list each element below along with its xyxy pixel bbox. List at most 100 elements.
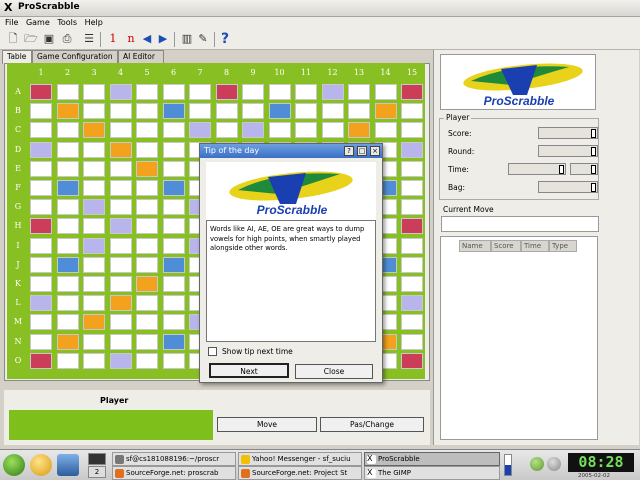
board-cell[interactable] <box>401 352 423 369</box>
bag-slider-handle[interactable] <box>591 183 596 192</box>
desktop-pager-2[interactable]: 2 <box>88 466 106 478</box>
tab-table[interactable]: Table <box>2 50 32 64</box>
board-cell[interactable] <box>189 84 211 100</box>
board-cell[interactable] <box>215 122 238 139</box>
menu-game[interactable]: Game <box>26 17 50 29</box>
board-cell[interactable] <box>242 84 264 100</box>
board-cell[interactable] <box>401 199 423 216</box>
board-cell[interactable] <box>83 160 105 177</box>
board-cell[interactable] <box>83 103 105 120</box>
board-cell[interactable] <box>109 352 132 369</box>
board-cell[interactable] <box>401 141 423 158</box>
board-cell[interactable] <box>30 122 52 139</box>
board-cell[interactable] <box>109 103 132 120</box>
board-cell[interactable] <box>321 84 344 100</box>
back-arrow-icon[interactable]: ◀ <box>140 32 154 46</box>
board-cell[interactable] <box>321 103 344 120</box>
board-cell[interactable] <box>83 218 105 235</box>
board-cell[interactable] <box>401 237 423 254</box>
board-cell[interactable] <box>109 218 132 235</box>
board-cell[interactable] <box>56 295 79 312</box>
move-button[interactable]: Move <box>217 417 317 432</box>
board-cell[interactable] <box>136 103 158 120</box>
board-cell[interactable] <box>30 218 52 235</box>
board-cell[interactable] <box>56 352 79 369</box>
time-slider-1-handle[interactable] <box>559 165 564 174</box>
show-tip-checkbox[interactable] <box>208 347 217 356</box>
board-cell[interactable] <box>136 160 158 177</box>
current-move-field[interactable] <box>441 216 599 232</box>
save-icon[interactable]: ▣ <box>42 32 56 46</box>
board-cell[interactable] <box>242 122 264 139</box>
dialog-help-button[interactable]: ? <box>344 146 354 156</box>
board-cell[interactable] <box>295 103 317 120</box>
board-cell[interactable] <box>215 84 238 100</box>
board-cell[interactable] <box>136 295 158 312</box>
start-menu-icon[interactable] <box>3 454 25 476</box>
board-cell[interactable] <box>83 199 105 216</box>
task-sourceforge-1[interactable]: SourceForge.net: proscrab <box>112 466 236 480</box>
board-cell[interactable] <box>56 84 79 100</box>
board-cell[interactable] <box>374 84 397 100</box>
board-cell[interactable] <box>295 122 317 139</box>
board-cell[interactable] <box>268 103 291 120</box>
board-cell[interactable] <box>109 199 132 216</box>
new-file-icon[interactable]: 🗋 <box>6 32 20 46</box>
hint-icon[interactable]: ✎ <box>196 32 210 46</box>
board-cell[interactable] <box>189 103 211 120</box>
terminal-icon[interactable] <box>57 454 79 476</box>
board-cell[interactable] <box>162 160 185 177</box>
player-rack[interactable] <box>9 410 213 440</box>
task-proscrabble[interactable]: X ProScrabble <box>364 452 500 466</box>
board-cell[interactable] <box>30 276 52 292</box>
board-cell[interactable] <box>30 160 52 177</box>
board-cell[interactable] <box>215 103 238 120</box>
board-cell[interactable] <box>401 180 423 196</box>
board-cell[interactable] <box>136 333 158 350</box>
board-cell[interactable] <box>162 276 185 292</box>
board-cell[interactable] <box>401 276 423 292</box>
board-cell[interactable] <box>83 295 105 312</box>
board-cell[interactable] <box>56 160 79 177</box>
board-cell[interactable] <box>162 237 185 254</box>
task-yahoo-messenger[interactable]: Yahoo! Messenger - sf_suciu <box>238 452 362 466</box>
board-cell[interactable] <box>401 160 423 177</box>
board-cell[interactable] <box>83 314 105 331</box>
board-cell[interactable] <box>162 122 185 139</box>
board-cell[interactable] <box>56 256 79 273</box>
time-slider-1[interactable] <box>508 163 566 175</box>
board-cell[interactable] <box>109 122 132 139</box>
board-cell[interactable] <box>321 122 344 139</box>
board-cell[interactable] <box>162 256 185 273</box>
board-cell[interactable] <box>401 333 423 350</box>
board-cell[interactable] <box>109 84 132 100</box>
board-cell[interactable] <box>401 295 423 312</box>
score-slider[interactable] <box>538 127 598 139</box>
board-cell[interactable] <box>162 199 185 216</box>
board-cell[interactable] <box>30 180 52 196</box>
forward-arrow-icon[interactable]: ▶ <box>156 32 170 46</box>
board-cell[interactable] <box>136 237 158 254</box>
board-cell[interactable] <box>162 218 185 235</box>
task-terminal[interactable]: sf@cs181088196:~/proscr <box>112 452 236 466</box>
board-cell[interactable] <box>56 199 79 216</box>
round-slider-handle[interactable] <box>591 147 596 156</box>
one-player-icon[interactable]: 1 <box>106 32 120 46</box>
board-cell[interactable] <box>162 295 185 312</box>
board-cell[interactable] <box>83 333 105 350</box>
board-cell[interactable] <box>83 276 105 292</box>
next-button[interactable]: Next <box>209 363 289 378</box>
board-cell[interactable] <box>268 122 291 139</box>
board-cell[interactable] <box>56 333 79 350</box>
list-header-type[interactable]: Type <box>549 240 577 252</box>
board-cell[interactable] <box>401 84 423 100</box>
board-cell[interactable] <box>56 218 79 235</box>
tab-ai-editor[interactable]: AI Editor <box>118 50 164 63</box>
board-cell[interactable] <box>136 314 158 331</box>
board-cell[interactable] <box>83 352 105 369</box>
time-slider-2-handle[interactable] <box>591 165 596 174</box>
board-cell[interactable] <box>30 84 52 100</box>
board-cell[interactable] <box>83 84 105 100</box>
board-cell[interactable] <box>109 160 132 177</box>
board-cell[interactable] <box>162 352 185 369</box>
